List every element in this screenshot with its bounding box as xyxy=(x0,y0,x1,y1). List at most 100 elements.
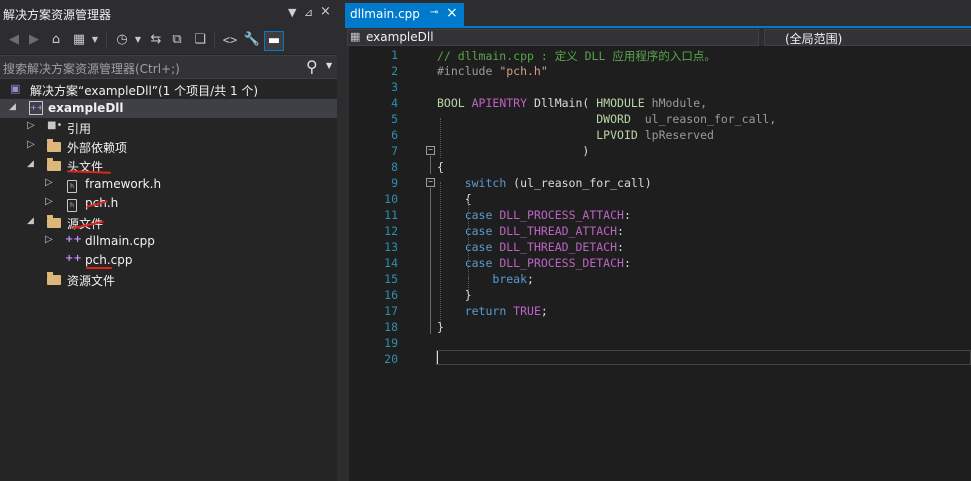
code-token: } xyxy=(437,320,444,334)
tree-item-label: pch.cpp xyxy=(85,253,133,267)
code-token: return xyxy=(464,304,514,318)
code-token: "pch.h" xyxy=(499,64,548,78)
outline-line xyxy=(430,188,431,334)
expand-arrow-icon[interactable]: ▷ xyxy=(45,234,53,245)
tree-item-pch-cpp[interactable]: ++ pch.cpp xyxy=(0,251,337,270)
forward-icon[interactable]: ▶ xyxy=(25,31,43,49)
panel-title: 解决方案资源管理器 xyxy=(3,8,112,22)
tree-item-pch-h[interactable]: ▷ h pch.h xyxy=(0,194,337,213)
tree-item-label: 外部依赖项 xyxy=(67,141,128,155)
code-token: APIENTRY xyxy=(471,96,534,110)
code-line: case DLL_THREAD_DETACH: xyxy=(437,240,624,254)
chevron-down-icon[interactable]: ▼ xyxy=(326,61,332,70)
tree-item-project[interactable]: ◢ ++ exampleDll xyxy=(0,99,337,118)
code-token: DLL_THREAD_ATTACH xyxy=(499,224,618,238)
line-number: 19 xyxy=(384,336,398,350)
solution-icon: ▣ xyxy=(10,82,21,95)
code-editor[interactable]: 1 // dllmain.cpp : 定义 DLL 应用程序的入口点。 2 #incl… xyxy=(349,46,971,481)
scope-dropdown[interactable]: (全局范围) xyxy=(764,29,971,46)
collapse-all-icon[interactable]: ⧉ xyxy=(168,31,186,49)
code-line: switch (ul_reason_for_call) xyxy=(437,176,652,190)
tree-item-dllmain-cpp[interactable]: ▷ ++ dllmain.cpp xyxy=(0,232,337,251)
code-line: // dllmain.cpp : 定义 DLL 应用程序的入口点。 xyxy=(437,48,716,64)
toolbar-separator xyxy=(106,32,107,48)
expand-arrow-icon[interactable]: ▷ xyxy=(45,177,53,188)
expand-arrow-icon[interactable]: ◢ xyxy=(9,102,16,112)
folder-icon xyxy=(47,215,61,231)
indent-guide xyxy=(468,278,469,290)
panel-splitter[interactable] xyxy=(337,0,345,481)
show-all-files-icon[interactable]: ❏ xyxy=(191,31,209,49)
code-token: ) xyxy=(437,144,590,158)
code-token: BOOL xyxy=(437,96,472,110)
code-token: DllMain xyxy=(533,96,583,110)
chevron-down-icon[interactable]: ▼ xyxy=(86,31,104,49)
external-deps-icon xyxy=(47,139,61,155)
tab-title: dllmain.cpp xyxy=(350,7,420,21)
expand-arrow-icon[interactable]: ▷ xyxy=(27,139,35,150)
code-line: } xyxy=(437,320,444,334)
back-icon[interactable]: ◀ xyxy=(5,31,23,49)
code-token: DLL_THREAD_DETACH xyxy=(499,240,618,254)
close-icon[interactable]: × xyxy=(446,5,458,21)
code-token: DLL_PROCESS_ATTACH xyxy=(499,208,624,222)
code-line: DWORD ul_reason_for_call, xyxy=(437,112,776,126)
tree-item-header-files[interactable]: ◢ 头文件 xyxy=(0,156,337,175)
expand-arrow-icon[interactable]: ▷ xyxy=(45,196,53,207)
line-number: 10 xyxy=(384,192,398,206)
search-icon[interactable]: ⚲ xyxy=(306,57,318,76)
collapse-icon[interactable]: − xyxy=(426,178,435,187)
indent-guide xyxy=(440,182,441,322)
auto-hide-pin-icon[interactable]: ⊿ xyxy=(304,6,313,19)
expand-arrow-icon[interactable]: ◢ xyxy=(27,159,34,169)
chevron-down-icon[interactable]: ▼ xyxy=(129,31,147,49)
window-position-dropdown-icon[interactable]: ▼ xyxy=(288,6,296,19)
tree-item-label: exampleDll xyxy=(48,101,124,115)
code-token: : xyxy=(617,240,624,254)
search-box[interactable]: 搜索解决方案资源管理器(Ctrl+;) ⚲ ▼ xyxy=(0,55,337,79)
tree-item-solution[interactable]: ▣ 解决方案“exampleDll”(1 个项目/共 1 个) xyxy=(0,80,337,99)
code-view-icon[interactable]: <> xyxy=(221,31,239,49)
expand-arrow-icon[interactable]: ▷ xyxy=(27,120,35,131)
project-dropdown[interactable]: ▦ exampleDll xyxy=(347,29,759,46)
references-icon: ■• xyxy=(47,120,63,131)
code-line: return TRUE; xyxy=(437,304,548,318)
tree-item-references[interactable]: ▷ ■• 引用 xyxy=(0,118,337,137)
preview-selected-icon[interactable]: ▬ xyxy=(264,31,284,51)
home-icon[interactable]: ⌂ xyxy=(47,31,65,49)
line-number: 9 xyxy=(391,176,398,190)
code-line: BOOL APIENTRY DllMain( HMODULE hModule, xyxy=(437,96,707,110)
sync-icon[interactable]: ⇆ xyxy=(147,31,165,49)
line-number: 8 xyxy=(391,160,398,174)
solution-explorer-panel: 解决方案资源管理器 ▼ ⊿ × ◀ ▶ ⌂ ▦ ▼ ◷ ▼ ⇆ ⧉ ❏ <> 🔧… xyxy=(0,0,337,481)
expand-arrow-icon[interactable]: ◢ xyxy=(27,216,34,226)
tab-dllmain-cpp[interactable]: dllmain.cpp ⊸ × xyxy=(345,3,464,26)
search-input[interactable]: 搜索解决方案资源管理器(Ctrl+;) xyxy=(3,60,180,77)
tree-item-source-files[interactable]: ◢ 源文件 xyxy=(0,213,337,232)
folder-icon xyxy=(47,158,61,174)
code-token: : xyxy=(623,208,631,222)
tree-item-external-deps[interactable]: ▷ 外部依赖项 xyxy=(0,137,337,156)
code-token: { xyxy=(437,192,472,206)
tree-item-framework-h[interactable]: ▷ h framework.h xyxy=(0,175,337,194)
line-number: 1 xyxy=(391,48,398,62)
code-line: case DLL_THREAD_ATTACH: xyxy=(437,224,624,238)
tree-item-resource-files[interactable]: 资源文件 xyxy=(0,270,337,289)
line-number: 7 xyxy=(391,144,398,158)
collapse-icon[interactable]: − xyxy=(426,146,435,155)
line-number: 6 xyxy=(391,128,398,142)
code-token: : xyxy=(623,256,631,270)
red-underline-annotation xyxy=(86,267,112,269)
line-number: 16 xyxy=(384,288,398,302)
cpp-project-icon: ▦ xyxy=(350,30,361,43)
pin-icon[interactable]: ⊸ xyxy=(430,7,438,18)
properties-icon[interactable]: 🔧 xyxy=(243,31,261,49)
close-icon[interactable]: × xyxy=(320,4,331,19)
